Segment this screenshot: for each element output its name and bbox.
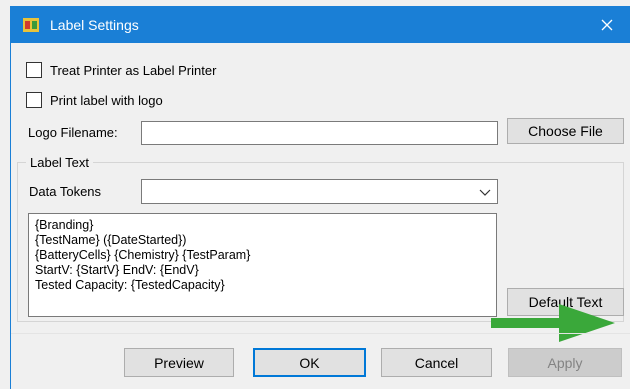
- label-settings-dialog: Label Settings Treat Printer as Label Pr…: [0, 0, 630, 389]
- app-icon: [23, 18, 39, 32]
- label-text-line: Tested Capacity: {TestedCapacity}: [35, 278, 225, 292]
- label-text-line: StartV: {StartV} EndV: {EndV}: [35, 263, 199, 277]
- close-button[interactable]: [584, 6, 630, 43]
- label-text-group-title: Label Text: [26, 155, 94, 170]
- label-text-line: {Branding}: [35, 218, 94, 232]
- window-title: Label Settings: [50, 17, 139, 33]
- label-text-line: {BatteryCells} {Chemistry} {TestParam}: [35, 248, 251, 262]
- chevron-down-icon: [479, 189, 491, 196]
- footer-separator: [11, 333, 630, 334]
- cancel-button[interactable]: Cancel: [381, 348, 492, 377]
- print-with-logo-checkbox[interactable]: Print label with logo: [26, 92, 163, 108]
- print-with-logo-label: Print label with logo: [50, 92, 163, 108]
- title-bar: Label Settings: [10, 6, 630, 43]
- treat-printer-label: Treat Printer as Label Printer: [50, 62, 217, 78]
- treat-printer-check-box[interactable]: [26, 62, 42, 78]
- label-text-line: {TestName} ({DateStarted}): [35, 233, 187, 247]
- logo-filename-label: Logo Filename:: [28, 125, 118, 140]
- treat-printer-checkbox[interactable]: Treat Printer as Label Printer: [26, 62, 216, 78]
- logo-filename-input[interactable]: [141, 121, 498, 145]
- print-with-logo-check-box[interactable]: [26, 92, 42, 108]
- apply-button[interactable]: Apply: [508, 348, 622, 377]
- arrow-right-icon: [491, 304, 615, 342]
- label-text-editor[interactable]: {Branding} {TestName} ({DateStarted}) {B…: [28, 213, 497, 317]
- ok-button[interactable]: OK: [253, 348, 366, 377]
- data-tokens-dropdown[interactable]: [141, 179, 498, 204]
- preview-button[interactable]: Preview: [124, 348, 234, 377]
- window-left-border: [10, 43, 11, 389]
- data-tokens-label: Data Tokens: [29, 184, 102, 199]
- close-icon: [601, 19, 613, 30]
- choose-file-button[interactable]: Choose File: [507, 118, 624, 144]
